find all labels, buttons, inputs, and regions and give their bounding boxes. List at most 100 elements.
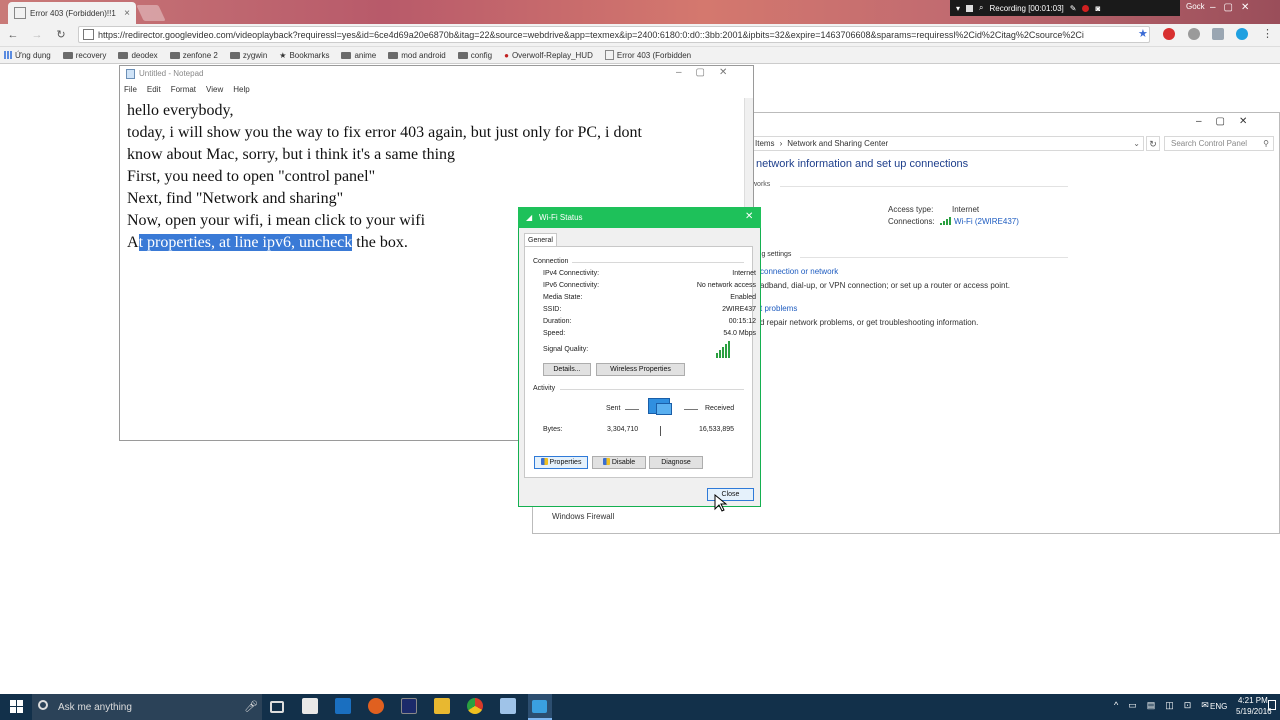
signal-quality-icon — [716, 340, 730, 358]
recorder-camera-icon[interactable]: ◙ — [1095, 4, 1100, 13]
overwolf-icon: ● — [504, 50, 509, 60]
bookmark-folder[interactable]: mod android — [388, 51, 446, 60]
cortana-search-box[interactable]: Ask me anything — [32, 694, 262, 720]
app-icon[interactable] — [401, 698, 417, 714]
clock-time[interactable]: 4:21 PM — [1238, 696, 1268, 705]
recorder-zoom-icon[interactable]: ⌕ — [979, 3, 983, 13]
task-view-icon[interactable] — [270, 701, 284, 713]
divider — [572, 262, 744, 263]
divider — [660, 426, 661, 436]
details-button[interactable]: Details... — [543, 363, 591, 376]
address-bar[interactable]: https:// redirector.googlevideo.com/vide… — [78, 26, 1150, 43]
browser-window-controls[interactable]: –▢✕ — [1210, 2, 1257, 13]
recorder-record-icon[interactable] — [1082, 4, 1090, 12]
recording-toolbar[interactable]: ▾ ⌕ Recording [00:01:03] ✎ ◙ — [950, 0, 1180, 16]
troubleshoot-link[interactable]: t problems — [760, 304, 797, 313]
adblock-extension-icon[interactable] — [1163, 28, 1175, 40]
recorder-pen-icon[interactable]: ✎ — [1070, 4, 1077, 13]
notepad-menubar: File Edit Format View Help — [124, 85, 250, 94]
browser-tab[interactable]: Error 403 (Forbidden)!!1 × — [8, 2, 136, 24]
browser-toolbar: ← → ↻ https:// redirector.googlevideo.co… — [0, 24, 1280, 47]
new-connection-link[interactable]: connection or network — [760, 267, 838, 276]
microphone-icon[interactable]: 🎤︎ — [244, 700, 258, 713]
skype-extension-icon[interactable] — [1236, 28, 1248, 40]
star-icon: ★ — [279, 50, 287, 60]
signal-bar — [728, 341, 730, 358]
windows-start-icon[interactable] — [10, 700, 24, 714]
text-line: First, you need to open "control panel" — [127, 168, 376, 185]
bookmark-item[interactable]: ★ Bookmarks — [279, 51, 329, 60]
general-tab-panel — [524, 246, 753, 478]
bookmark-item[interactable]: Error 403 (Forbidden — [604, 50, 691, 60]
control-panel-search[interactable]: Search Control Panel ⚲ — [1164, 136, 1274, 151]
ipv4-label: IPv4 Connectivity: — [543, 270, 600, 277]
chrome-menu-icon[interactable]: ⋮ — [1262, 27, 1273, 40]
text-line: know about Mac, sorry, but i think it's … — [127, 146, 456, 163]
breadcrumb-current[interactable]: Network and Sharing Center — [787, 139, 888, 148]
sent-label: Sent — [606, 405, 621, 412]
media-state-label: Media State: — [543, 294, 583, 301]
bookmark-folder[interactable]: zenfone 2 — [169, 51, 218, 60]
bookmark-folder[interactable]: config — [457, 51, 492, 60]
reload-icon[interactable]: ↻ — [54, 28, 68, 42]
bookmark-star-icon[interactable]: ★ — [1138, 27, 1148, 40]
language-indicator[interactable]: ENG — [1210, 702, 1227, 711]
menu-format[interactable]: Format — [171, 85, 196, 94]
divider — [560, 389, 744, 390]
chrome-icon[interactable] — [467, 698, 483, 714]
tab-close-icon[interactable]: × — [124, 8, 130, 19]
clock-date[interactable]: 5/19/2016 — [1236, 707, 1272, 716]
recorder-menu-icon[interactable]: ▾ — [956, 4, 960, 13]
bookmark-folder[interactable]: anime — [341, 51, 376, 60]
system-tray-icons[interactable]: ^▭▤◫⊡✉ — [1114, 700, 1219, 711]
network-center-icon — [532, 700, 547, 713]
wifi-connection-link[interactable]: Wi-Fi (2WIRE437) — [940, 217, 1019, 226]
disable-button[interactable]: Disable — [592, 456, 646, 469]
close-icon[interactable]: ✕ — [745, 211, 753, 222]
bookmark-folder[interactable]: recovery — [62, 51, 106, 60]
properties-button[interactable]: Properties — [534, 456, 588, 469]
outlook-icon[interactable] — [335, 698, 351, 714]
bytes-received: 16,533,895 — [699, 426, 735, 433]
extension-icon[interactable] — [1188, 28, 1200, 40]
divider — [625, 409, 639, 410]
menu-view[interactable]: View — [206, 85, 223, 94]
menu-file[interactable]: File — [124, 85, 137, 94]
chevron-down-icon[interactable]: ⌄ — [1133, 139, 1140, 148]
recording-status: Recording [00:01:03] — [989, 3, 1064, 13]
windows-firewall-link[interactable]: Windows Firewall — [552, 512, 614, 521]
store-icon[interactable] — [302, 698, 318, 714]
bytes-label: Bytes: — [543, 426, 563, 433]
breadcrumb-items[interactable]: Items — [755, 139, 775, 148]
wifi-signal-icon — [940, 217, 951, 225]
bookmark-item[interactable]: ● Overwolf-Replay_HUD — [504, 51, 593, 60]
notifications-icon[interactable] — [1268, 700, 1276, 710]
apps-icon — [4, 51, 12, 59]
bookmark-folder[interactable]: zygwin — [229, 51, 267, 60]
wireless-properties-button[interactable]: Wireless Properties — [596, 363, 685, 376]
firefox-icon[interactable] — [368, 698, 384, 714]
wifi-signal-icon: ◢ — [526, 213, 533, 222]
refresh-icon[interactable]: ↻ — [1146, 136, 1160, 151]
menu-help[interactable]: Help — [233, 85, 249, 94]
bookmarks-bar: Ứng dụng recovery deodex zenfone 2 zygwi… — [0, 47, 1280, 64]
control-panel-window-controls[interactable]: –▢✕ — [1196, 116, 1261, 127]
control-panel-address-bar[interactable]: Items › Network and Sharing Center ⌄ — [748, 136, 1144, 151]
folder-icon — [388, 51, 399, 59]
search-placeholder: Search Control Panel — [1171, 139, 1248, 148]
profile-name[interactable]: Gock — [1186, 2, 1205, 11]
forward-icon[interactable]: → — [30, 28, 44, 42]
breadcrumb-separator: › — [779, 139, 783, 148]
diagnose-button[interactable]: Diagnose — [649, 456, 703, 469]
recorder-window-icon[interactable] — [966, 4, 974, 12]
bookmark-apps[interactable]: Ứng dụng — [4, 51, 51, 60]
back-icon[interactable]: ← — [6, 28, 20, 42]
file-explorer-icon[interactable] — [434, 698, 450, 714]
tab-general[interactable]: General — [524, 233, 557, 247]
text-line: hello everybody, — [127, 102, 234, 119]
bookmark-folder[interactable]: deodex — [118, 51, 158, 60]
menu-edit[interactable]: Edit — [147, 85, 161, 94]
notepad-window-controls[interactable]: –▢✕ — [676, 67, 741, 78]
cast-extension-icon[interactable] — [1212, 28, 1224, 40]
notepad-taskbar-icon[interactable] — [500, 698, 516, 714]
